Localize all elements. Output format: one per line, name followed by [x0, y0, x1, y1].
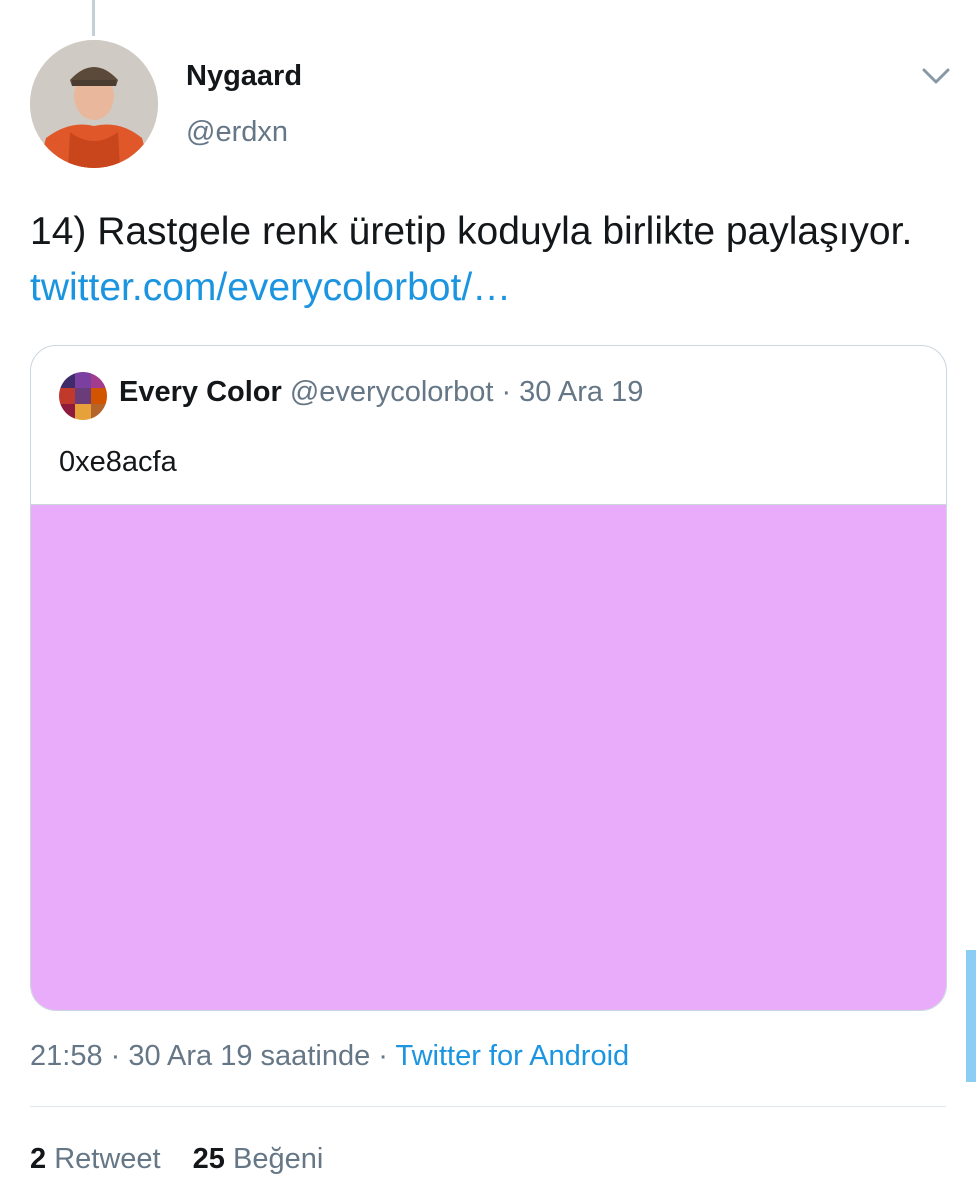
author-display-name[interactable]: Nygaard — [186, 60, 302, 93]
timestamp-separator: · — [370, 1040, 396, 1072]
chevron-down-icon[interactable] — [916, 58, 956, 94]
tweet-body-text: 14) Rastgele renk üretip koduyla birlikt… — [30, 210, 913, 253]
tweet-link[interactable]: twitter.com/everycolorbot/… — [30, 266, 511, 309]
retweet-count: 2 — [30, 1143, 47, 1175]
author-avatar[interactable] — [30, 40, 158, 168]
stats-divider — [30, 1106, 946, 1107]
retweet-stat[interactable]: 2 Retweet — [30, 1143, 161, 1176]
author-handle[interactable]: @erdxn — [186, 116, 288, 149]
quote-text: 0xe8acfa — [59, 446, 177, 478]
like-label: Beğeni — [232, 1143, 324, 1175]
tweet-source-link[interactable]: Twitter for Android — [395, 1040, 629, 1072]
quote-author-avatar[interactable] — [59, 372, 107, 420]
quote-header: Every Color @everycolorbot · 30 Ara 19 — [119, 376, 643, 409]
quote-dot-separator: · — [493, 376, 520, 408]
tweet-timestamp[interactable]: 21:58 · 30 Ara 19 saatinde — [30, 1040, 370, 1072]
quote-date: 30 Ara 19 — [519, 376, 644, 408]
like-count: 25 — [192, 1143, 225, 1175]
tweet-text: 14) Rastgele renk üretip koduyla birlikt… — [30, 204, 930, 316]
thread-connector-line — [92, 0, 95, 36]
tweet-stats: 2 Retweet 25 Beğeni — [30, 1143, 347, 1176]
like-stat[interactable]: 25 Beğeni — [193, 1143, 324, 1176]
quoted-tweet-card[interactable]: Every Color @everycolorbot · 30 Ara 19 0… — [30, 345, 947, 1011]
quote-author-handle[interactable]: @everycolorbot — [290, 376, 494, 408]
quote-author-name[interactable]: Every Color — [119, 376, 282, 408]
scrollbar-thumb[interactable] — [966, 950, 976, 1082]
quote-color-swatch[interactable] — [31, 504, 946, 1010]
retweet-label: Retweet — [54, 1143, 161, 1175]
tweet-timestamp-line: 21:58 · 30 Ara 19 saatinde · Twitter for… — [30, 1040, 629, 1073]
